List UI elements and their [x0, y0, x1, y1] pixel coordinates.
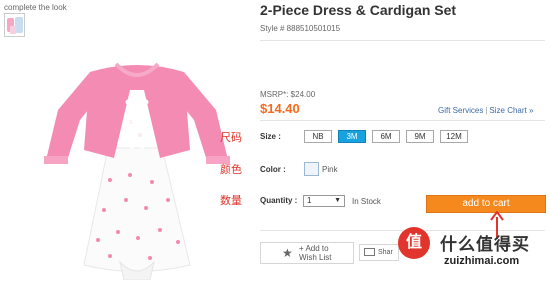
msrp-price: MSRP*: $24.00: [260, 90, 316, 99]
wishlist-label: + Add to Wish List: [299, 244, 331, 262]
size-option-12m[interactable]: 12M: [440, 130, 468, 143]
size-option-nb[interactable]: NB: [304, 130, 332, 143]
envelope-icon: [364, 248, 375, 256]
watermark-url: zuizhimai.com: [444, 255, 520, 267]
gift-services-link[interactable]: Gift Services: [438, 106, 483, 115]
share-label: Shar: [378, 249, 393, 256]
add-to-cart-button[interactable]: add to cart: [426, 195, 546, 213]
sale-price: $14.40: [260, 101, 300, 116]
annotation-size: 尺码: [220, 132, 242, 144]
product-links: Gift Services | Size Chart »: [438, 106, 533, 115]
size-chart-link[interactable]: Size Chart »: [489, 106, 533, 115]
size-option-6m[interactable]: 6M: [372, 130, 400, 143]
star-icon: ★: [282, 246, 293, 260]
dropdown-arrow-icon: ▼: [334, 197, 341, 204]
product-title: 2-Piece Dress & Cardigan Set: [260, 2, 457, 18]
quantity-label: Quantity :: [260, 196, 298, 205]
divider: [260, 40, 545, 41]
wishlist-line2: Wish List: [299, 253, 332, 262]
stock-status: In Stock: [352, 197, 381, 206]
annotation-color: 颜色: [220, 164, 242, 176]
size-label: Size :: [260, 132, 281, 141]
color-value: Pink: [322, 165, 338, 174]
product-image: [40, 50, 235, 281]
annotation-quantity: 数量: [220, 195, 242, 207]
watermark-logo-badge: 值: [398, 227, 430, 259]
color-swatch-pink[interactable]: [304, 162, 319, 176]
size-option-3m[interactable]: 3M: [338, 130, 366, 143]
quantity-select[interactable]: 1 ▼: [303, 195, 345, 207]
divider: [260, 120, 545, 121]
complete-look-thumbnail[interactable]: [4, 13, 25, 37]
color-label: Color :: [260, 165, 286, 174]
style-number: Style # 888510501015: [260, 24, 341, 33]
complete-the-look-label: complete the look: [4, 3, 67, 12]
size-option-9m[interactable]: 9M: [406, 130, 434, 143]
watermark-title: 什么值得买: [440, 235, 530, 254]
quantity-value: 1: [307, 196, 312, 205]
wishlist-line1: + Add to: [299, 244, 329, 253]
